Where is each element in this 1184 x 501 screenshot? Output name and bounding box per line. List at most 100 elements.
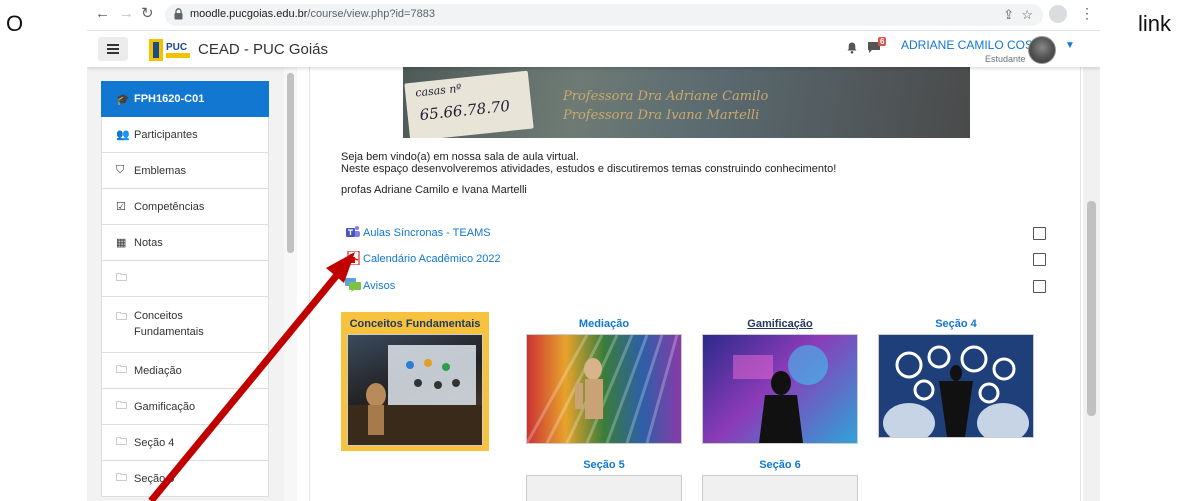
activity-label: Aulas Síncronas - TEAMS: [363, 227, 491, 239]
browser-toolbar: ← → ↻ moodle.pucgoias.edu.br/course/view…: [87, 0, 1100, 31]
browser-menu-icon[interactable]: ⋮: [1080, 5, 1094, 22]
tile-image: [526, 334, 682, 444]
section-tile-gamificacao[interactable]: Gamificação: [699, 316, 861, 444]
reload-icon[interactable]: ↻: [141, 5, 154, 23]
summary-line2: Neste espaço desenvolveremos atividades,…: [341, 163, 837, 175]
drawer-item-notas[interactable]: ▦ Notas: [101, 225, 269, 261]
shield-icon: ⛉: [116, 164, 125, 176]
completion-checkbox[interactable]: [1033, 227, 1046, 240]
table-icon: ▦: [116, 237, 127, 249]
puc-logo[interactable]: PUC: [149, 39, 197, 61]
drawer-item-general-section[interactable]: 🗀: [101, 261, 269, 297]
activity-label: Avisos: [363, 280, 396, 292]
activity-avisos-link[interactable]: Avisos: [345, 277, 396, 295]
site-header: PUC CEAD - PUC Goiás 6 ADRIANE CAMILO CO…: [87, 31, 1100, 67]
drawer-item-conceitos[interactable]: 🗀 Conceitos Fundamentais: [101, 297, 269, 353]
checkbox-icon: ☑: [116, 201, 126, 213]
url-host: moodle.pucgoias.edu.br: [190, 8, 308, 20]
tile-image: [526, 475, 682, 501]
folder-icon: 🗀: [116, 311, 127, 323]
drawer-scrollbar-thumb[interactable]: [287, 73, 294, 253]
completion-checkbox[interactable]: [1033, 253, 1046, 266]
section-tile-secao-6[interactable]: Seção 6: [699, 457, 861, 501]
section-tile-conceitos[interactable]: Conceitos Fundamentais: [341, 312, 489, 451]
banner-card-line1: casas nº: [414, 81, 463, 100]
drawer-item-label: Seção 5: [134, 472, 175, 485]
drawer-item-label: Seção 4: [134, 436, 175, 449]
browser-profile-icon[interactable]: [1049, 5, 1067, 23]
avatar[interactable]: [1028, 36, 1056, 64]
drawer-item-label: Emblemas: [134, 164, 186, 177]
url-path: /course/view.php?id=7883: [307, 8, 435, 20]
folder-icon: 🗀: [116, 472, 127, 484]
tile-title: Conceitos Fundamentais: [349, 318, 481, 330]
pdf-icon: [346, 251, 360, 265]
tile-image: [702, 334, 858, 444]
section-tile-secao-4[interactable]: Seção 4: [875, 316, 1037, 444]
user-role: Estudante: [985, 54, 1026, 64]
summary-signature: profas Adriane Camilo e Ivana Martelli: [341, 184, 527, 196]
activity-teams-link[interactable]: Aulas Síncronas - TEAMS: [346, 224, 491, 242]
document-word-link: link: [1138, 11, 1172, 36]
nav-drawer: 🎓 FPH1620-C01 👥 Participantes ⛉ Emblemas ☑ C…: [87, 67, 297, 501]
drawer-item-label: Participantes: [134, 128, 198, 141]
tile-image: [347, 334, 483, 446]
tile-title: Seção 6: [759, 459, 801, 471]
users-icon: 👥: [116, 129, 130, 141]
teams-icon: [346, 226, 360, 237]
forum-icon: [345, 278, 361, 292]
page-scrollbar[interactable]: [1083, 31, 1100, 501]
drawer-item-label: Conceitos Fundamentais: [134, 310, 204, 338]
folder-icon: 🗀: [116, 400, 127, 412]
drawer-nav-list: 🎓 FPH1620-C01 👥 Participantes ⛉ Emblemas ☑ C…: [101, 81, 269, 497]
activity-label: Calendário Acadêmico 2022: [363, 253, 501, 265]
course-content: casas nº 65.66.78.70 Professora Dra Adri…: [309, 67, 1081, 501]
logo-text: PUC: [166, 42, 187, 53]
drawer-item-label: Notas: [134, 236, 163, 249]
tile-title: Seção 4: [935, 318, 977, 330]
tile-image: [878, 334, 1034, 438]
drawer-item-secao-4[interactable]: 🗀 Seção 4: [101, 425, 269, 461]
drawer-item-participantes[interactable]: 👥 Participantes: [101, 117, 269, 153]
section-tile-mediacao[interactable]: Mediação: [523, 316, 685, 444]
page-scrollbar-thumb[interactable]: [1087, 201, 1096, 416]
summary-line1: Seja bem vindo(a) em nossa sala de aula …: [341, 151, 579, 163]
drawer-scrollbar[interactable]: [284, 67, 297, 501]
bookmark-star-icon[interactable]: ☆: [1021, 7, 1033, 22]
browser-screenshot: ← → ↻ moodle.pucgoias.edu.br/course/view…: [87, 0, 1100, 501]
section-tile-secao-5[interactable]: Seção 5: [523, 457, 685, 501]
tile-image: [702, 475, 858, 501]
drawer-item-secao-5[interactable]: 🗀 Seção 5: [101, 461, 269, 497]
course-banner-image: casas nº 65.66.78.70 Professora Dra Adri…: [403, 67, 970, 138]
drawer-item-gamificacao[interactable]: 🗀 Gamificação: [101, 389, 269, 425]
forward-icon[interactable]: →: [119, 5, 134, 23]
completion-checkbox[interactable]: [1033, 280, 1046, 293]
banner-card-line2: 65.66.78.70: [418, 96, 511, 125]
site-name[interactable]: CEAD - PUC Goiás: [198, 41, 328, 58]
drawer-item-label: Competências: [134, 200, 205, 213]
banner-line1: Professora Dra Adriane Camilo: [563, 89, 769, 104]
banner-line2: Professora Dra Ivana Martelli: [563, 108, 760, 123]
drawer-item-emblemas[interactable]: ⛉ Emblemas: [101, 153, 269, 189]
banner-handwritten-card: casas nº 65.66.78.70: [404, 70, 534, 138]
drawer-item-competencias[interactable]: ☑ Competências: [101, 189, 269, 225]
back-icon[interactable]: ←: [95, 5, 110, 23]
chevron-down-icon[interactable]: ▼: [1065, 40, 1075, 51]
document-word-o: O: [6, 11, 24, 36]
drawer-item-label: Gamificação: [134, 400, 196, 413]
drawer-item-mediacao[interactable]: 🗀 Mediação: [101, 353, 269, 389]
url-text: moodle.pucgoias.edu.br/course/view.php?i…: [190, 8, 435, 20]
address-bar[interactable]: moodle.pucgoias.edu.br/course/view.php?i…: [165, 4, 1043, 26]
drawer-item-label: FPH1620-C01: [134, 93, 205, 105]
user-name[interactable]: ADRIANE CAMILO COSTA: [901, 38, 1047, 52]
message-count-badge: 6: [878, 37, 887, 46]
activity-calendar-link[interactable]: Calendário Acadêmico 2022: [346, 250, 501, 268]
bell-icon[interactable]: [847, 42, 857, 54]
folder-icon: 🗀: [116, 436, 127, 448]
folder-icon: 🗀: [116, 364, 127, 376]
share-icon[interactable]: ⇪: [1003, 7, 1014, 22]
drawer-toggle-button[interactable]: [98, 37, 128, 61]
drawer-item-course[interactable]: 🎓 FPH1620-C01: [101, 81, 269, 117]
folder-icon: 🗀: [116, 272, 127, 284]
tile-title: Seção 5: [583, 459, 625, 471]
